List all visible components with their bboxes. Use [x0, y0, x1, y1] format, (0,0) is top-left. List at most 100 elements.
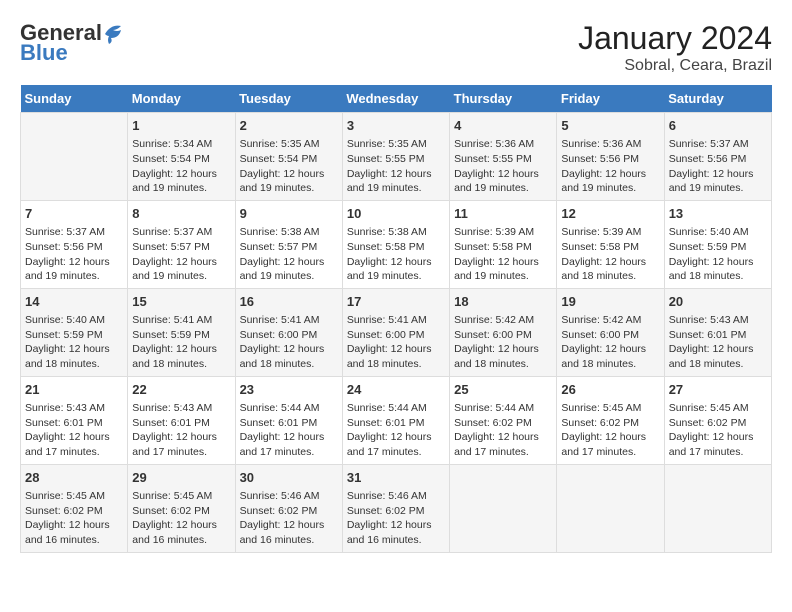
day-info-line: Sunrise: 5:36 AM [454, 137, 552, 152]
page-header: General Blue January 2024 Sobral, Ceara,… [20, 20, 772, 75]
day-info-line: Sunrise: 5:39 AM [561, 225, 659, 240]
day-info-line: and 19 minutes. [240, 181, 338, 196]
day-info-line: Sunset: 5:56 PM [669, 152, 767, 167]
day-number: 30 [240, 469, 338, 487]
day-info-line: Sunrise: 5:41 AM [132, 313, 230, 328]
day-info-line: and 17 minutes. [347, 445, 445, 460]
day-info-line: and 18 minutes. [132, 357, 230, 372]
day-info-line: and 18 minutes. [561, 357, 659, 372]
day-info-line: Daylight: 12 hours [240, 518, 338, 533]
day-info-line: and 19 minutes. [454, 181, 552, 196]
calendar-cell: 22Sunrise: 5:43 AMSunset: 6:01 PMDayligh… [128, 376, 235, 464]
day-info-line: Daylight: 12 hours [347, 255, 445, 270]
day-info-line: and 16 minutes. [132, 533, 230, 548]
calendar-cell: 8Sunrise: 5:37 AMSunset: 5:57 PMDaylight… [128, 200, 235, 288]
day-number: 20 [669, 293, 767, 311]
day-info-line: Sunset: 6:02 PM [347, 504, 445, 519]
day-info-line: Daylight: 12 hours [454, 255, 552, 270]
day-number: 14 [25, 293, 123, 311]
day-info-line: Sunset: 6:02 PM [561, 416, 659, 431]
day-info-line: Sunset: 5:59 PM [132, 328, 230, 343]
day-number: 18 [454, 293, 552, 311]
calendar-body: 1Sunrise: 5:34 AMSunset: 5:54 PMDaylight… [21, 113, 772, 553]
calendar-cell: 11Sunrise: 5:39 AMSunset: 5:58 PMDayligh… [450, 200, 557, 288]
calendar-header-row: SundayMondayTuesdayWednesdayThursdayFrid… [21, 85, 772, 113]
day-info-line: Daylight: 12 hours [240, 430, 338, 445]
day-info-line: Sunrise: 5:37 AM [669, 137, 767, 152]
day-number: 23 [240, 381, 338, 399]
day-info-line: Sunset: 5:59 PM [669, 240, 767, 255]
day-info-line: Daylight: 12 hours [669, 167, 767, 182]
day-info-line: Daylight: 12 hours [132, 518, 230, 533]
day-info-line: Sunrise: 5:45 AM [561, 401, 659, 416]
day-info-line: Daylight: 12 hours [240, 342, 338, 357]
day-info-line: Sunrise: 5:37 AM [25, 225, 123, 240]
day-info-line: Daylight: 12 hours [454, 167, 552, 182]
calendar-cell [21, 113, 128, 201]
day-number: 12 [561, 205, 659, 223]
day-info-line: and 16 minutes. [240, 533, 338, 548]
day-info-line: and 19 minutes. [132, 181, 230, 196]
day-info-line: and 17 minutes. [669, 445, 767, 460]
day-info-line: Sunrise: 5:35 AM [347, 137, 445, 152]
day-info-line: Sunrise: 5:39 AM [454, 225, 552, 240]
day-info-line: Sunset: 6:00 PM [240, 328, 338, 343]
day-info-line: Sunrise: 5:45 AM [25, 489, 123, 504]
title-block: January 2024 Sobral, Ceara, Brazil [578, 20, 772, 75]
calendar-cell: 19Sunrise: 5:42 AMSunset: 6:00 PMDayligh… [557, 288, 664, 376]
day-info-line: Sunset: 5:57 PM [240, 240, 338, 255]
calendar-cell: 13Sunrise: 5:40 AMSunset: 5:59 PMDayligh… [664, 200, 771, 288]
day-info-line: Sunrise: 5:44 AM [347, 401, 445, 416]
day-info-line: Daylight: 12 hours [454, 342, 552, 357]
column-header-thursday: Thursday [450, 85, 557, 113]
calendar-week-row: 1Sunrise: 5:34 AMSunset: 5:54 PMDaylight… [21, 113, 772, 201]
day-number: 10 [347, 205, 445, 223]
day-number: 7 [25, 205, 123, 223]
day-info-line: and 17 minutes. [132, 445, 230, 460]
calendar-cell [557, 464, 664, 552]
day-info-line: Daylight: 12 hours [454, 430, 552, 445]
day-info-line: Sunrise: 5:45 AM [669, 401, 767, 416]
day-info-line: Sunset: 6:00 PM [347, 328, 445, 343]
day-info-line: and 19 minutes. [561, 181, 659, 196]
day-info-line: Sunset: 5:56 PM [561, 152, 659, 167]
day-info-line: Sunset: 6:01 PM [25, 416, 123, 431]
calendar-cell: 31 Sunrise: 5:46 AMSunset: 6:02 PMDayligh… [342, 464, 449, 552]
calendar-cell: 10Sunrise: 5:38 AMSunset: 5:58 PMDayligh… [342, 200, 449, 288]
day-number: 28 [25, 469, 123, 487]
day-info-line: Sunset: 5:59 PM [25, 328, 123, 343]
day-info-line: Daylight: 12 hours [669, 255, 767, 270]
day-number: 24 [347, 381, 445, 399]
day-info-line: Daylight: 12 hours [669, 430, 767, 445]
day-info-line: and 16 minutes. [25, 533, 123, 548]
day-info-line: Sunset: 5:54 PM [240, 152, 338, 167]
logo-bird-icon [103, 22, 123, 46]
day-info-line: Sunrise: 5:44 AM [240, 401, 338, 416]
day-info-line: Sunrise: 5:40 AM [25, 313, 123, 328]
calendar-cell: 3Sunrise: 5:35 AMSunset: 5:55 PMDaylight… [342, 113, 449, 201]
day-info-line: Sunset: 6:02 PM [240, 504, 338, 519]
calendar-cell: 21Sunrise: 5:43 AMSunset: 6:01 PMDayligh… [21, 376, 128, 464]
day-number: 27 [669, 381, 767, 399]
day-info-line: Sunset: 6:02 PM [132, 504, 230, 519]
day-info-line: Sunrise: 5:42 AM [454, 313, 552, 328]
column-header-wednesday: Wednesday [342, 85, 449, 113]
day-info-line: Daylight: 12 hours [561, 255, 659, 270]
day-info-line: Daylight: 12 hours [669, 342, 767, 357]
day-number: 9 [240, 205, 338, 223]
day-info-line: Sunset: 6:00 PM [561, 328, 659, 343]
calendar-cell: 30Sunrise: 5:46 AMSunset: 6:02 PMDayligh… [235, 464, 342, 552]
calendar-title: January 2024 [578, 20, 772, 57]
calendar-cell: 18Sunrise: 5:42 AMSunset: 6:00 PMDayligh… [450, 288, 557, 376]
day-info-line: and 18 minutes. [240, 357, 338, 372]
day-info-line: Sunrise: 5:44 AM [454, 401, 552, 416]
day-info-line: Sunrise: 5:46 AM [347, 489, 445, 504]
day-info-line: Sunrise: 5:36 AM [561, 137, 659, 152]
day-info-line: Sunrise: 5:43 AM [669, 313, 767, 328]
day-number: 16 [240, 293, 338, 311]
day-info-line: Daylight: 12 hours [347, 518, 445, 533]
day-info-line: and 16 minutes. [347, 533, 445, 548]
calendar-cell: 17Sunrise: 5:41 AMSunset: 6:00 PMDayligh… [342, 288, 449, 376]
day-number: 19 [561, 293, 659, 311]
day-number: 31 [347, 469, 445, 487]
